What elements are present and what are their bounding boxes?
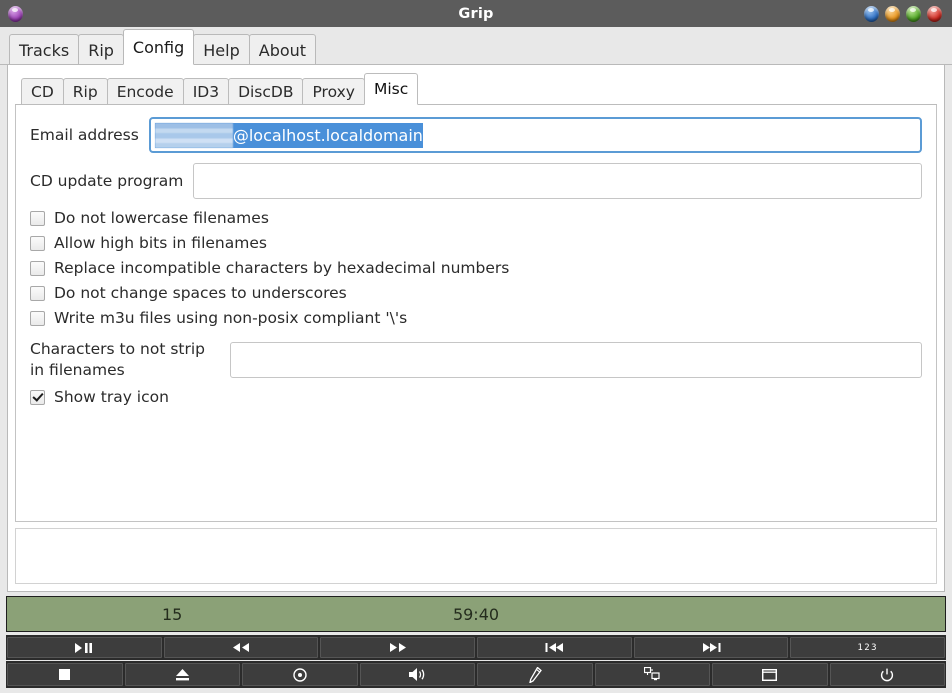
close-button[interactable] [927,5,942,22]
track-number-button[interactable]: 123 [790,637,946,658]
checkbox-lowercase[interactable] [30,210,45,226]
checkbox-hexreplace[interactable] [30,260,45,276]
tab-rip[interactable]: Rip [78,34,124,65]
fast-forward-icon [389,643,407,652]
app-orb-icon [8,5,23,22]
tab-about[interactable]: About [248,34,317,65]
status-time: 59:40 [452,604,500,624]
main-notebook: Tracks Rip Config Help About CD Rip Enco… [0,27,952,592]
checkbox-spaces[interactable] [30,285,45,301]
email-label: Email address [30,126,139,144]
eject-button[interactable] [124,663,240,686]
checkbox-highbits[interactable] [30,235,45,251]
config-page: CD Rip Encode ID3 DiscDB Proxy Misc Emai… [7,65,945,592]
fast-forward-button[interactable] [320,637,476,658]
titlebar-buttons [861,5,945,22]
cd-update-input[interactable] [193,163,922,199]
checkbox-label-tray: Show tray icon [54,388,169,407]
tab-misc[interactable]: Misc [363,73,419,105]
previous-track-button[interactable] [477,637,632,658]
window-icon [762,668,778,681]
email-domain-text: @localhost.localdomain [232,125,423,145]
tab-rip2[interactable]: Rip [62,78,108,105]
redacted-username [154,122,233,148]
checkbox-label-hexreplace: Replace incompatible characters by hexad… [54,259,510,277]
shade-button[interactable] [864,5,879,22]
checkbox-row-highbits[interactable]: Allow high bits in filenames [30,234,922,252]
network-scan-icon [644,667,660,682]
eject-icon [175,668,190,681]
previous-track-icon [545,643,564,652]
minimize-button[interactable] [885,5,900,22]
next-track-button[interactable] [633,637,789,658]
grip-window: Grip Tracks Rip Config Help About CD Rip… [0,0,952,693]
disc-button[interactable] [242,663,358,686]
config-tab-bar: CD Rip Encode ID3 DiscDB Proxy Misc [15,72,937,105]
rewind-button[interactable] [163,637,319,658]
stop-icon [59,669,71,680]
maximize-button[interactable] [906,5,921,22]
pencil-icon [528,666,542,683]
tab-config[interactable]: Config [122,29,195,65]
minimize-view-button[interactable] [712,663,828,686]
transport-toolbar-primary: 123 [6,635,946,660]
checkbox-m3u[interactable] [30,310,45,326]
checkbox-row-tray[interactable]: Show tray icon [30,388,922,406]
email-row: Email address @localhost.localdomain [30,117,922,153]
chars-to-not-strip-row: Characters to not strip in filenames [30,339,922,380]
chars-to-not-strip-label: Characters to not strip in filenames [30,339,230,380]
checkbox-label-spaces: Do not change spaces to underscores [54,284,347,302]
volume-button[interactable] [359,663,475,686]
tab-tracks[interactable]: Tracks [9,34,80,65]
chars-label-line1: Characters to not strip [30,340,205,358]
config-bottom-area [15,528,937,584]
tab-cd[interactable]: CD [21,78,64,105]
checkbox-label-highbits: Allow high bits in filenames [54,234,267,252]
play-pause-icon [74,642,94,653]
power-button[interactable] [829,663,945,686]
disc-icon [293,667,307,682]
window-title: Grip [458,5,494,22]
status-bar: 15 59:40 [6,596,946,632]
cd-update-label: CD update program [30,172,184,190]
chars-to-not-strip-input[interactable] [230,341,922,378]
misc-settings-panel: Email address @localhost.localdomain CD … [15,105,937,522]
tab-id3[interactable]: ID3 [182,78,230,105]
checkbox-label-lowercase: Do not lowercase filenames [54,209,269,227]
play-pause-button[interactable] [7,637,162,658]
stop-button[interactable] [7,663,123,686]
tab-encode[interactable]: Encode [106,78,184,105]
next-track-icon [702,643,721,652]
titlebar: Grip [0,0,952,27]
email-input[interactable]: @localhost.localdomain [148,117,922,153]
checkbox-row-hexreplace[interactable]: Replace incompatible characters by hexad… [30,259,922,277]
email-selected-value: @localhost.localdomain [154,122,423,148]
discdb-button[interactable] [594,663,710,686]
tab-proxy[interactable]: Proxy [302,78,365,105]
tab-discdb[interactable]: DiscDB [228,78,304,105]
config-notebook: CD Rip Encode ID3 DiscDB Proxy Misc Emai… [15,72,937,522]
volume-icon [408,668,426,681]
main-tab-bar: Tracks Rip Config Help About [0,27,952,65]
checkbox-tray[interactable] [30,389,45,405]
edit-button[interactable] [477,663,593,686]
tab-help[interactable]: Help [193,34,250,65]
checkbox-row-spaces[interactable]: Do not change spaces to underscores [30,284,922,302]
rewind-icon [232,643,250,652]
transport-toolbar-secondary [6,661,946,688]
power-icon [880,668,894,682]
checkbox-label-m3u: Write m3u files using non-posix complian… [54,309,408,327]
chars-label-line2: in filenames [30,360,125,379]
checkbox-row-lowercase[interactable]: Do not lowercase filenames [30,209,922,227]
track-number-icon: 123 [857,642,879,653]
checkbox-row-m3u[interactable]: Write m3u files using non-posix complian… [30,309,922,327]
cd-update-row: CD update program [30,163,922,199]
